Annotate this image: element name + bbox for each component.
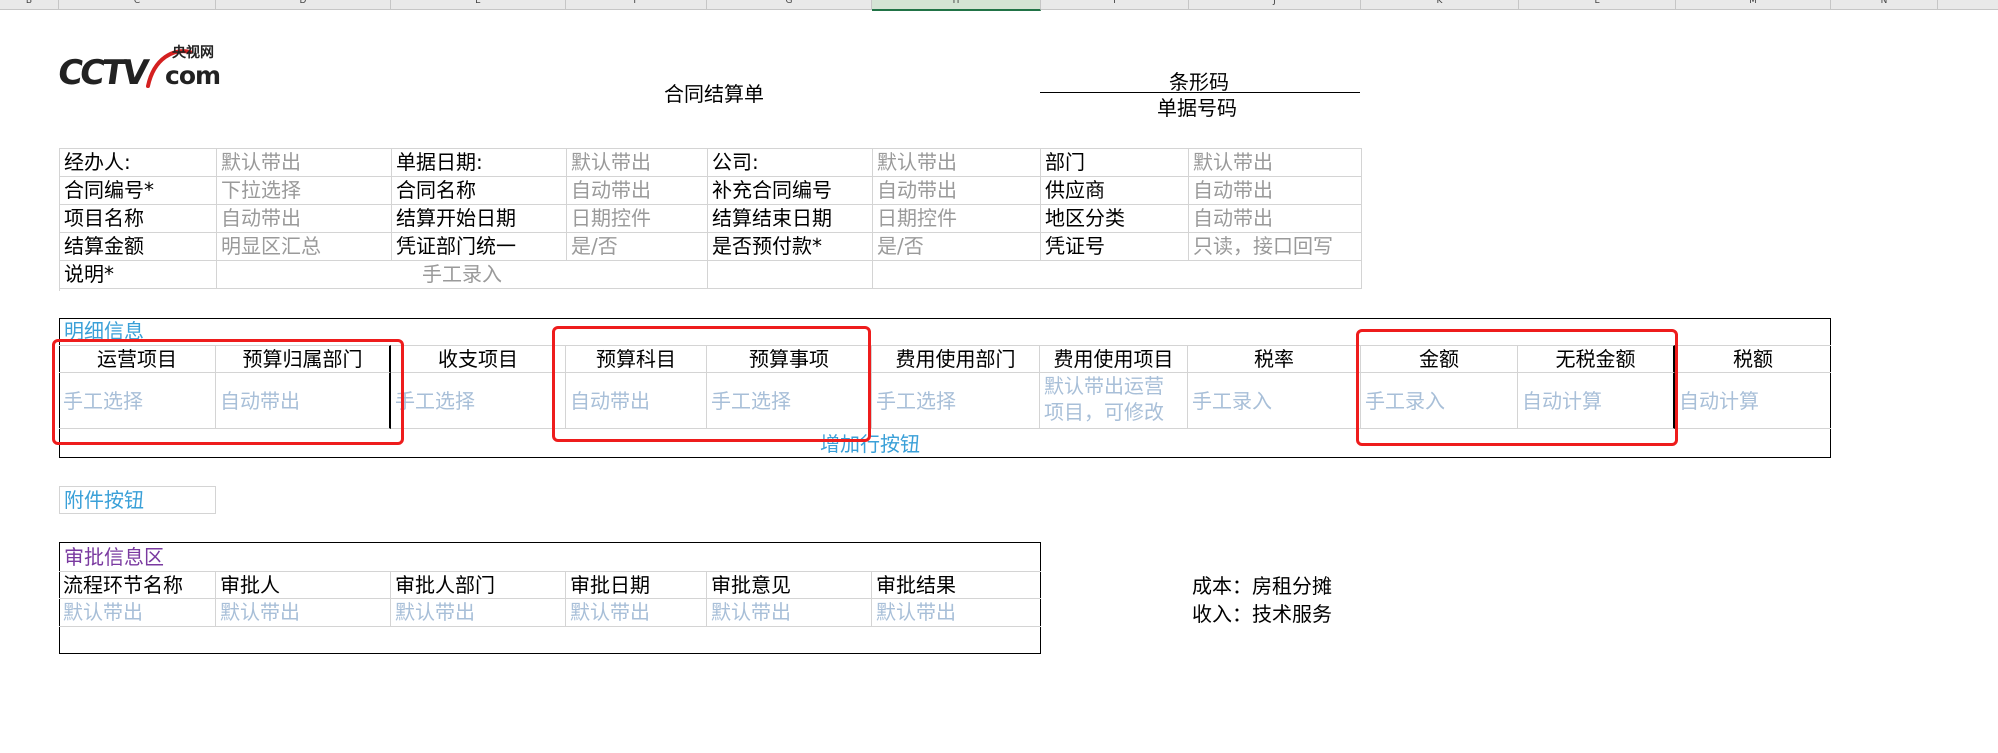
column-header-H[interactable]: H: [872, 0, 1041, 11]
approval-cell-date[interactable]: 默认带出: [566, 599, 707, 627]
field-value-start-date[interactable]: 日期控件: [567, 205, 708, 233]
column-header-B[interactable]: B: [0, 0, 59, 9]
field-value-voucher-no[interactable]: 只读，接口回写: [1189, 233, 1362, 261]
detail-cell-expense-project[interactable]: 默认带出运营 项目，可修改: [1040, 373, 1188, 429]
field-label-end-date: 结算结束日期: [708, 205, 873, 233]
column-header-F[interactable]: F: [566, 0, 707, 9]
detail-cell-tax-amount[interactable]: 自动计算: [1675, 373, 1831, 429]
approval-col-approver-dept: 审批人部门: [391, 571, 566, 599]
field-value-supplier[interactable]: 自动带出: [1189, 177, 1362, 205]
approval-col-date: 审批日期: [566, 571, 707, 599]
attachment-button[interactable]: 附件按钮: [59, 486, 216, 514]
field-value-voucher-dept[interactable]: 是/否: [567, 233, 708, 261]
detail-cell-expense-dept[interactable]: 手工选择: [872, 373, 1040, 429]
field-label-company: 公司:: [708, 149, 873, 177]
field-value-project-name[interactable]: 自动带出: [217, 205, 392, 233]
detail-cell-expense-project-line1: 默认带出运营: [1044, 374, 1164, 398]
column-header-M[interactable]: M: [1676, 0, 1831, 9]
approval-cell-opinion[interactable]: 默认带出: [707, 599, 872, 627]
field-label-doc-date: 单据日期:: [392, 149, 567, 177]
barcode-line: [1040, 92, 1360, 93]
column-header-C[interactable]: C: [59, 0, 216, 9]
field-value-amount[interactable]: 明显区汇总: [217, 233, 392, 261]
column-header-J[interactable]: J: [1189, 0, 1361, 9]
field-value-contract-no[interactable]: 下拉选择: [217, 177, 392, 205]
note-cost: 成本：房租分摊: [1192, 574, 1332, 598]
doc-number-label: 单据号码: [1157, 96, 1237, 120]
field-label-handler: 经办人:: [60, 149, 217, 177]
approval-cell-result[interactable]: 默认带出: [872, 599, 1041, 627]
column-header-E[interactable]: E: [391, 0, 566, 9]
note-income: 收入：技术服务: [1192, 602, 1332, 626]
detail-col-tax-amount: 税额: [1675, 345, 1831, 373]
field-value-department[interactable]: 默认带出: [1189, 149, 1362, 177]
field-label-voucher-no: 凭证号: [1041, 233, 1189, 261]
logo-chinese: 央视网: [172, 45, 214, 61]
highlight-box-budget: [552, 326, 871, 442]
column-header-I[interactable]: I: [1041, 0, 1189, 9]
field-label-amount: 结算金额: [60, 233, 217, 261]
detail-col-revenue-item: 收支项目: [391, 345, 566, 373]
detail-cell-revenue-item[interactable]: 手工选择: [391, 373, 566, 429]
field-value-end-date[interactable]: 日期控件: [873, 205, 1041, 233]
approval-col-step: 流程环节名称: [59, 571, 216, 599]
column-header-G[interactable]: G: [707, 0, 872, 9]
cctv-logo: CCTV 央视网 com: [55, 42, 228, 94]
spreadsheet-column-header: B C D E F G H I J K L M N: [0, 0, 1998, 11]
column-header-N[interactable]: N: [1831, 0, 1938, 9]
column-header-L[interactable]: L: [1519, 0, 1676, 9]
logo-latin: CCTV: [55, 53, 149, 93]
field-label-prepayment: 是否预付款*: [708, 233, 873, 261]
approval-section-title: 审批信息区: [64, 545, 164, 569]
detail-col-expense-dept: 费用使用部门: [872, 345, 1040, 373]
approval-cell-approver[interactable]: 默认带出: [216, 599, 391, 627]
header-fields-grid: 经办人: 默认带出 单据日期: 默认带出 公司: 默认带出 部门 默认带出 合同…: [59, 148, 1362, 291]
approval-col-result: 审批结果: [872, 571, 1041, 599]
field-value-contract-name[interactable]: 自动带出: [567, 177, 708, 205]
field-value-region[interactable]: 自动带出: [1189, 205, 1362, 233]
approval-table: 流程环节名称 审批人 审批人部门 审批日期 审批意见 审批结果 默认带出 默认带…: [59, 571, 1041, 627]
empty-cell: [873, 261, 1362, 289]
field-value-supplement-no[interactable]: 自动带出: [873, 177, 1041, 205]
column-header-D[interactable]: D: [216, 0, 391, 9]
empty-cell: [708, 261, 873, 289]
field-value-prepayment[interactable]: 是/否: [873, 233, 1041, 261]
form-title: 合同结算单: [664, 82, 764, 106]
logo-suffix: com: [165, 61, 221, 90]
field-label-contract-no: 合同编号*: [60, 177, 217, 205]
field-label-project-name: 项目名称: [60, 205, 217, 233]
barcode-label: 条形码: [1169, 70, 1229, 94]
column-header-K[interactable]: K: [1361, 0, 1519, 9]
field-label-department: 部门: [1041, 149, 1189, 177]
field-label-supplement-no: 补充合同编号: [708, 177, 873, 205]
field-value-handler[interactable]: 默认带出: [217, 149, 392, 177]
highlight-box-amount: [1356, 329, 1678, 446]
detail-col-tax-rate: 税率: [1188, 345, 1361, 373]
field-label-region: 地区分类: [1041, 205, 1189, 233]
field-label-start-date: 结算开始日期: [392, 205, 567, 233]
approval-col-opinion: 审批意见: [707, 571, 872, 599]
detail-col-expense-project: 费用使用项目: [1040, 345, 1188, 373]
field-label-description: 说明*: [60, 261, 217, 289]
approval-cell-approver-dept[interactable]: 默认带出: [391, 599, 566, 627]
detail-cell-expense-project-line2: 项目，可修改: [1044, 400, 1164, 424]
detail-cell-tax-rate[interactable]: 手工录入: [1188, 373, 1361, 429]
field-value-description[interactable]: 手工录入: [217, 261, 708, 289]
approval-col-approver: 审批人: [216, 571, 391, 599]
field-value-company[interactable]: 默认带出: [873, 149, 1041, 177]
field-label-supplier: 供应商: [1041, 177, 1189, 205]
approval-cell-step[interactable]: 默认带出: [59, 599, 216, 627]
field-label-contract-name: 合同名称: [392, 177, 567, 205]
highlight-box-operation: [52, 339, 404, 445]
field-label-voucher-dept: 凭证部门统一: [392, 233, 567, 261]
field-value-doc-date[interactable]: 默认带出: [567, 149, 708, 177]
